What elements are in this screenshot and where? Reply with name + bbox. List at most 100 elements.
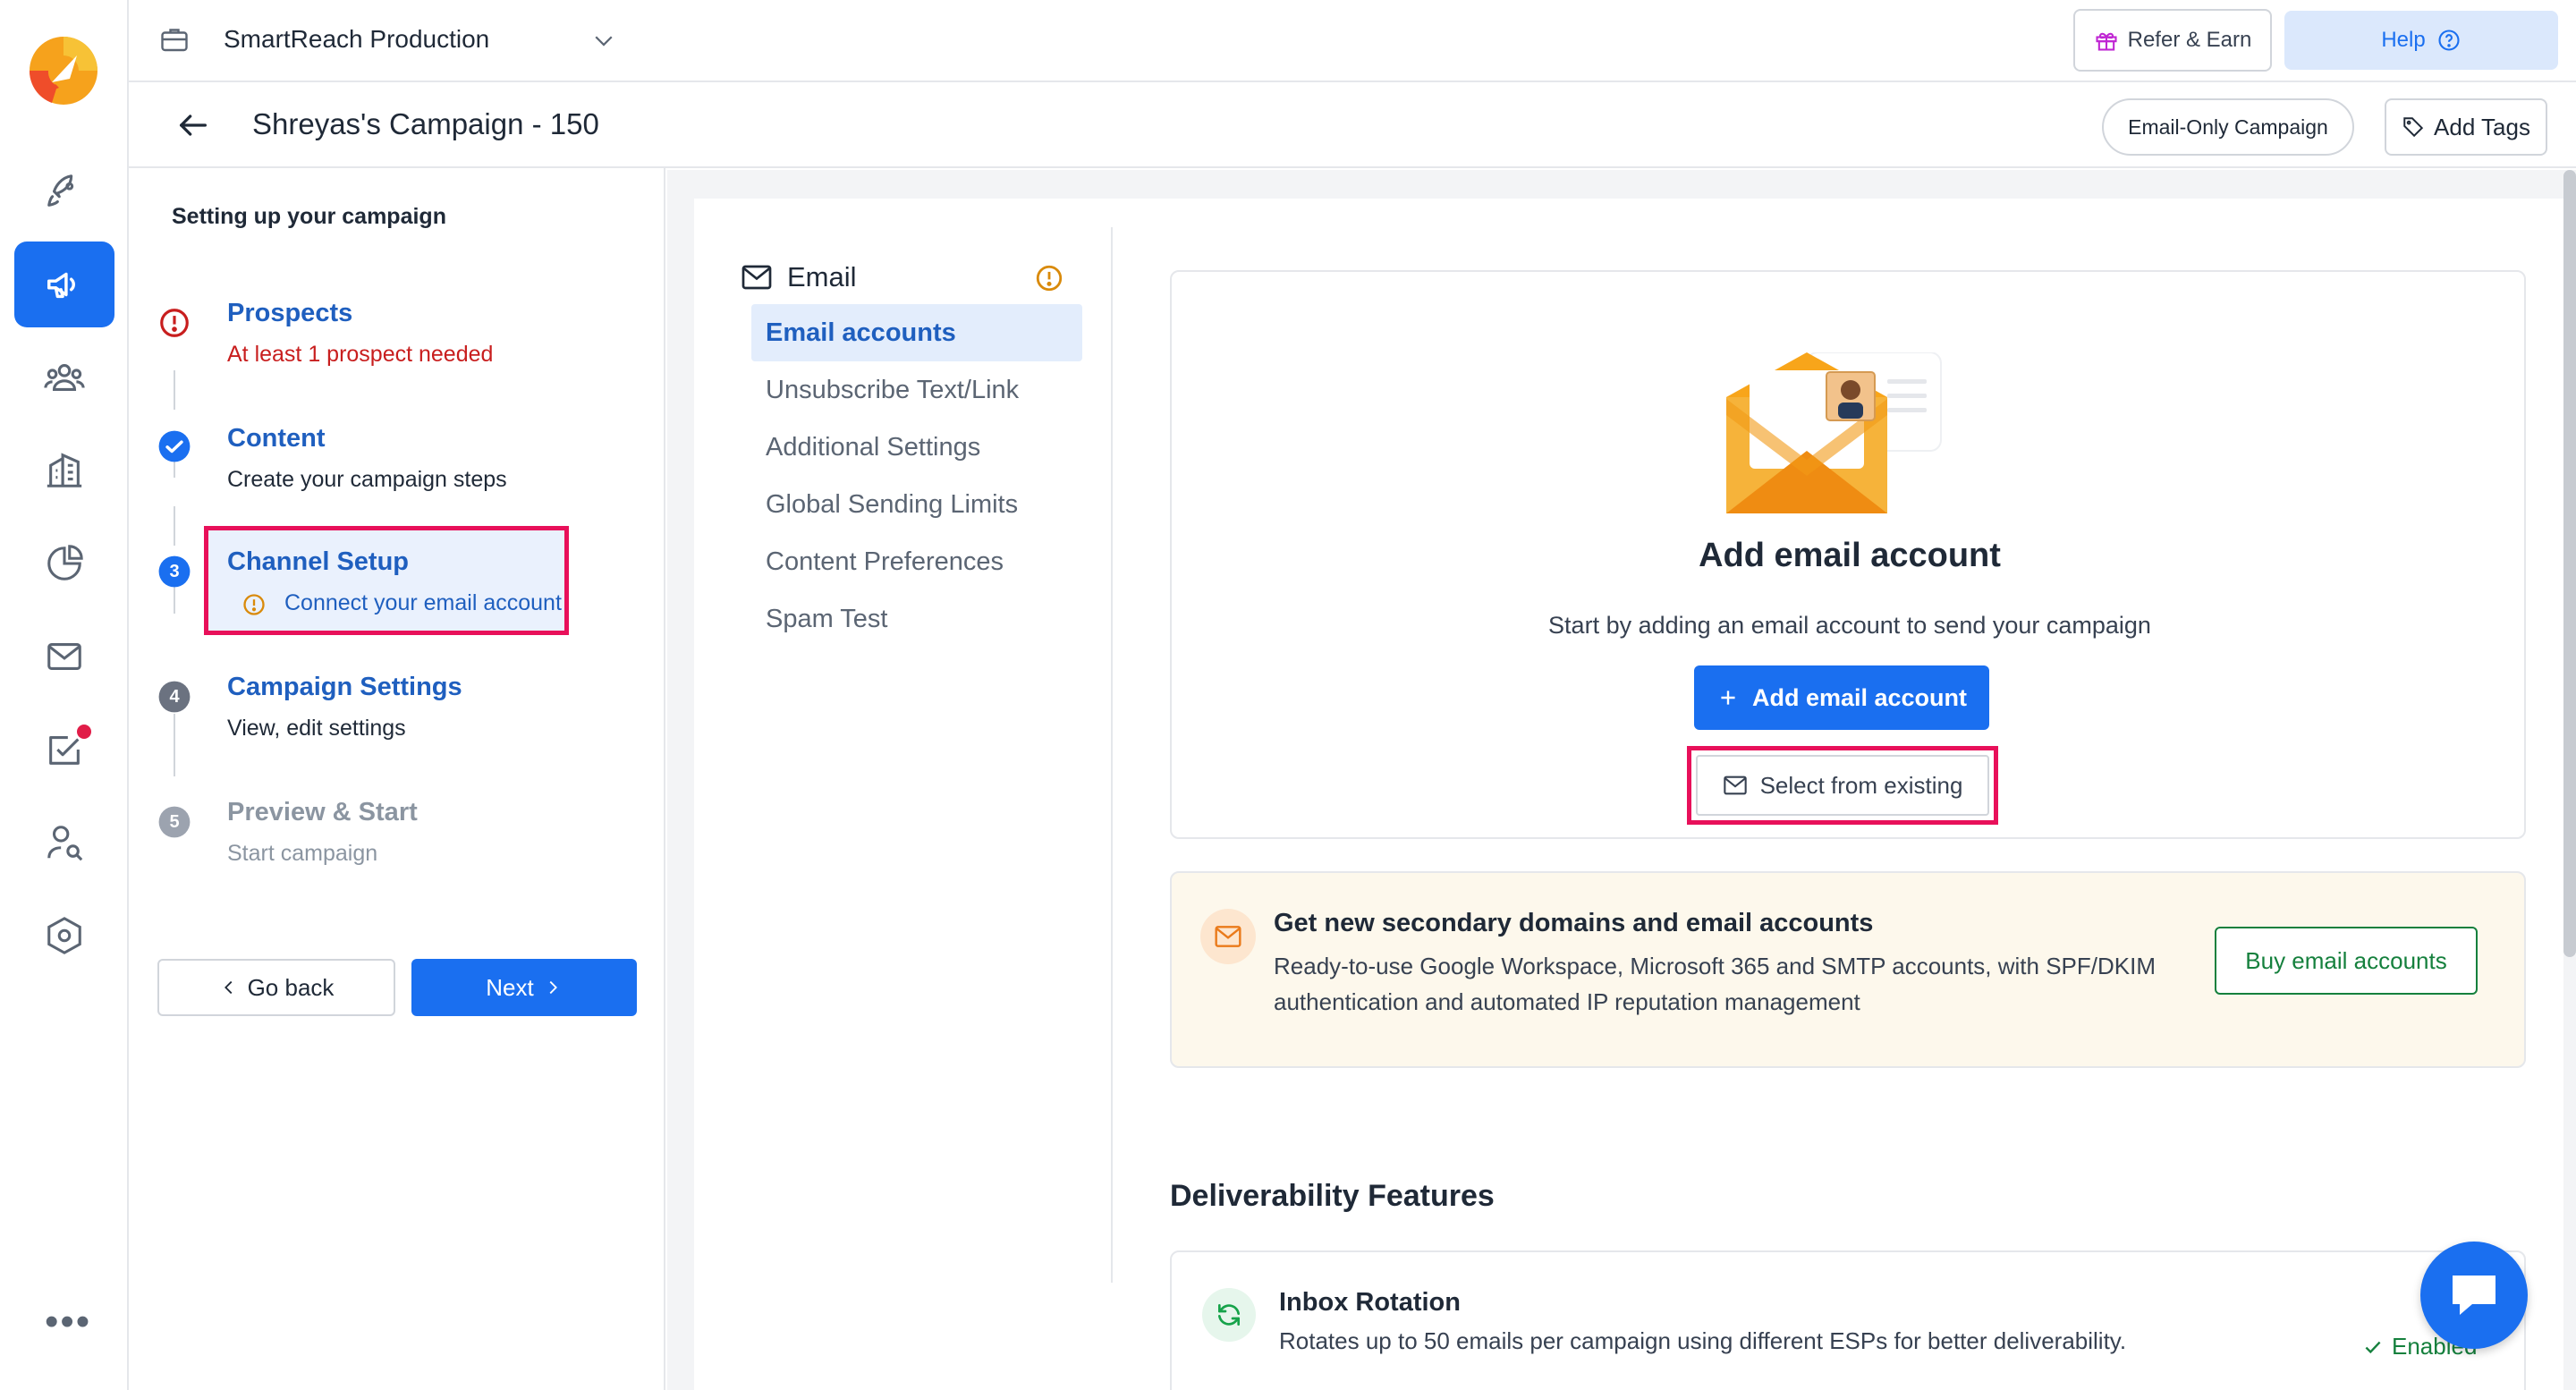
step-channel-setup-title[interactable]: Channel Setup — [227, 547, 409, 577]
step-number: 4 — [169, 687, 180, 707]
help-button[interactable]: Help — [2284, 11, 2558, 70]
step-prospects-subtitle: At least 1 prospect needed — [227, 342, 494, 367]
mail-icon — [1723, 776, 1747, 795]
rocket-icon — [47, 174, 74, 207]
deliverability-title: Deliverability Features — [1170, 1179, 1495, 1213]
add-email-account-button[interactable]: Add email account — [1694, 665, 1989, 730]
rail-reports[interactable] — [14, 521, 114, 606]
help-circle-icon — [2438, 30, 2460, 51]
channel-email-heading: Email — [741, 261, 857, 293]
go-back-label: Go back — [247, 973, 335, 1001]
left-rail: ••• — [0, 0, 129, 1390]
warning-circle-icon — [1036, 265, 1063, 292]
promo-description: Ready-to-use Google Workspace, Microsoft… — [1274, 953, 2157, 1015]
mail-icon — [741, 265, 772, 290]
select-from-existing-button[interactable]: Select from existing — [1696, 755, 1989, 816]
chat-widget-button[interactable] — [2420, 1242, 2528, 1349]
page-scrollbar[interactable] — [2563, 170, 2576, 957]
next-label: Next — [486, 973, 534, 1001]
nav-email-accounts[interactable]: Email accounts — [751, 304, 1082, 361]
inbox-rotation-icon-badge — [1202, 1288, 1256, 1342]
briefcase-icon — [161, 29, 188, 52]
promo-title: Get new secondary domains and email acco… — [1274, 909, 1874, 937]
rail-inbox[interactable] — [14, 614, 114, 699]
more-icon[interactable]: ••• — [45, 1302, 91, 1342]
mail-icon — [47, 643, 81, 670]
nav-content-preferences[interactable]: Content Preferences — [751, 533, 1082, 590]
step-number: 5 — [169, 812, 180, 832]
chevron-left-icon — [224, 980, 232, 995]
go-back-button[interactable]: Go back — [157, 959, 395, 1016]
nav-unsubscribe-text[interactable]: Unsubscribe Text/Link — [751, 361, 1082, 419]
error-circle-icon — [160, 309, 189, 337]
chevron-right-icon — [549, 980, 557, 995]
add-tags-label: Add Tags — [2434, 113, 2530, 140]
add-tags-button[interactable]: Add Tags — [2385, 98, 2547, 156]
refer-earn-label: Refer & Earn — [2127, 28, 2252, 52]
main-content: Email Email accounts Unsubscribe Text/Li… — [667, 170, 2576, 1390]
step-connector — [174, 370, 175, 410]
workspace-name[interactable]: SmartReach Production — [224, 25, 489, 54]
app-logo[interactable] — [25, 32, 102, 109]
step-channel-setup-subtitle: Connect your email account — [284, 590, 562, 615]
step-prospects-title[interactable]: Prospects — [227, 299, 352, 328]
chevron-down-icon[interactable] — [590, 27, 617, 54]
step-preview-start-subtitle: Start campaign — [227, 841, 378, 866]
plus-icon — [1721, 691, 1735, 705]
nav-global-sending-limits[interactable]: Global Sending Limits — [751, 476, 1082, 533]
rail-team[interactable] — [14, 800, 114, 886]
refresh-icon — [1218, 1304, 1240, 1326]
check-icon — [2365, 1341, 2381, 1353]
step-connector — [174, 506, 175, 546]
rail-campaigns-rocket[interactable] — [14, 148, 114, 234]
building-icon — [47, 453, 82, 487]
warning-circle-icon — [243, 594, 265, 615]
add-email-account-card: Add email account Start by adding an ema… — [1170, 270, 2526, 839]
campaign-type-badge: Email-Only Campaign — [2102, 98, 2354, 156]
rail-accounts[interactable] — [14, 428, 114, 513]
channel-email-label: Email — [787, 261, 857, 292]
add-email-account-label: Add email account — [1751, 683, 1968, 711]
nav-spam-test[interactable]: Spam Test — [751, 590, 1082, 648]
campaign-header: Shreyas's Campaign - 150 Email-Only Camp… — [129, 82, 2576, 168]
check-circle-icon — [158, 430, 191, 462]
nav-additional-settings[interactable]: Additional Settings — [751, 419, 1082, 476]
email-envelope-illustration — [1726, 352, 1942, 513]
add-email-account-subtitle: Start by adding an email account to send… — [1548, 612, 2151, 639]
step-connector — [174, 714, 175, 776]
pie-chart-icon — [47, 545, 83, 581]
inbox-rotation-card: Inbox Rotation Rotates up to 50 emails p… — [1170, 1250, 2526, 1390]
top-bar: SmartReach Production Refer & Earn Help — [129, 0, 2576, 82]
add-email-account-title: Add email account — [1699, 537, 2001, 574]
setup-steps-panel: Setting up your campaign Prospects At le… — [129, 168, 665, 1390]
settings-hex-icon — [47, 917, 81, 954]
user-search-icon — [47, 826, 83, 861]
current-step-highlight[interactable] — [204, 526, 569, 635]
channel-nav: Email Email accounts Unsubscribe Text/Li… — [694, 199, 1123, 1272]
step-content-title[interactable]: Content — [227, 424, 326, 453]
mail-icon — [1215, 926, 1241, 947]
buy-email-accounts-button[interactable]: Buy email accounts — [2215, 927, 2478, 995]
chat-icon — [2453, 1276, 2496, 1315]
inbox-rotation-title: Inbox Rotation — [1279, 1288, 1461, 1317]
step-campaign-settings-title[interactable]: Campaign Settings — [227, 673, 462, 702]
step-campaign-settings-subtitle: View, edit settings — [227, 716, 406, 741]
rail-settings[interactable] — [14, 893, 114, 979]
nav-divider — [1111, 227, 1113, 1283]
steps-heading: Setting up your campaign — [172, 204, 446, 229]
users-icon — [44, 364, 85, 391]
rail-campaigns[interactable] — [14, 242, 114, 327]
promo-icon-badge — [1200, 909, 1256, 964]
buy-accounts-promo: Get new secondary domains and email acco… — [1170, 871, 2526, 1068]
notification-dot — [77, 725, 91, 739]
channel-setup-card: Email Email accounts Unsubscribe Text/Li… — [694, 199, 2563, 1390]
step-preview-start-title: Preview & Start — [227, 798, 418, 826]
next-button[interactable]: Next — [411, 959, 637, 1016]
rail-tasks[interactable] — [14, 707, 114, 792]
refer-earn-button[interactable]: Refer & Earn — [2073, 9, 2272, 72]
gift-icon — [2096, 32, 2117, 51]
help-label: Help — [2381, 28, 2426, 52]
rail-prospects[interactable] — [14, 335, 114, 420]
back-arrow-icon[interactable] — [175, 107, 211, 143]
tag-icon — [2403, 117, 2424, 138]
